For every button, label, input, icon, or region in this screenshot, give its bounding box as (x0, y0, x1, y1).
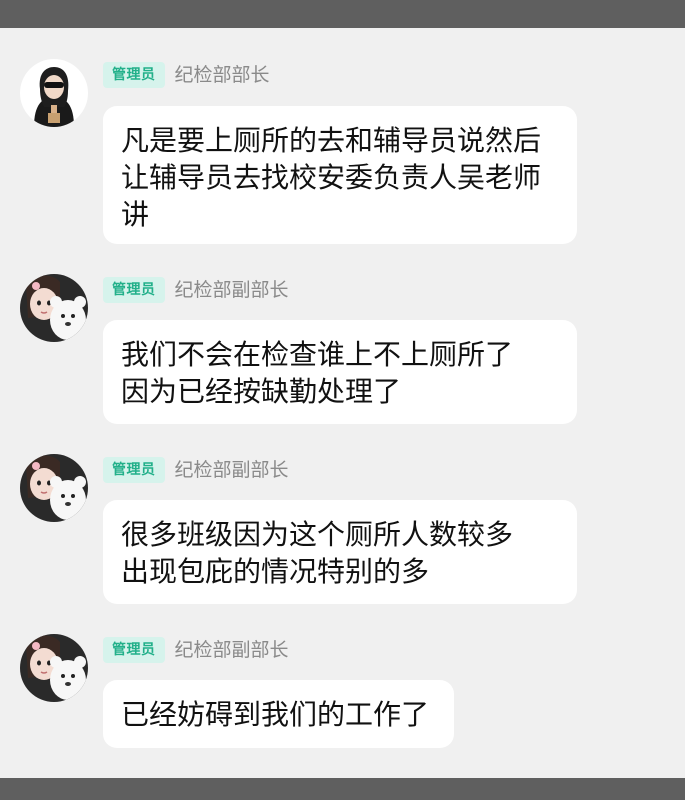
admin-badge: 管理员 (103, 62, 165, 88)
message-bubble[interactable]: 很多班级因为这个厕所人数较多 出现包庇的情况特别的多 (103, 500, 577, 604)
admin-badge: 管理员 (103, 277, 165, 303)
message-bubble[interactable]: 凡是要上厕所的去和辅导员说然后 让辅导员去找校安委负责人吴老师 讲 (103, 106, 577, 244)
chat-message-list[interactable]: 管理员 纪检部部长 凡是要上厕所的去和辅导员说然后 让辅导员去找校安委负责人吴老… (0, 28, 685, 778)
top-bar (0, 0, 685, 28)
sender-name: 纪检部副部长 (174, 279, 289, 301)
message-meta: 管理员 纪检部副部长 (103, 636, 289, 664)
avatar-girl-plush-icon (20, 454, 88, 522)
message-meta: 管理员 纪检部副部长 (103, 276, 289, 304)
admin-badge: 管理员 (103, 637, 165, 663)
avatar[interactable] (20, 634, 88, 702)
avatar-girl-plush-icon (20, 274, 88, 342)
sender-name: 纪检部副部长 (174, 459, 289, 481)
admin-badge: 管理员 (103, 457, 165, 483)
sender-name: 纪检部部长 (174, 64, 270, 86)
message-bubble[interactable]: 我们不会在检查谁上不上厕所了 因为已经按缺勤处理了 (103, 320, 577, 424)
message-meta: 管理员 纪检部部长 (103, 61, 270, 89)
avatar[interactable] (20, 59, 88, 127)
avatar[interactable] (20, 454, 88, 522)
avatar-girl-plush-icon (20, 634, 88, 702)
message-bubble[interactable]: 已经妨碍到我们的工作了 (103, 680, 454, 748)
avatar-girl-sunglasses-icon (20, 59, 88, 127)
bottom-bar (0, 778, 685, 800)
message-meta: 管理员 纪检部副部长 (103, 456, 289, 484)
sender-name: 纪检部副部长 (174, 639, 289, 661)
avatar[interactable] (20, 274, 88, 342)
